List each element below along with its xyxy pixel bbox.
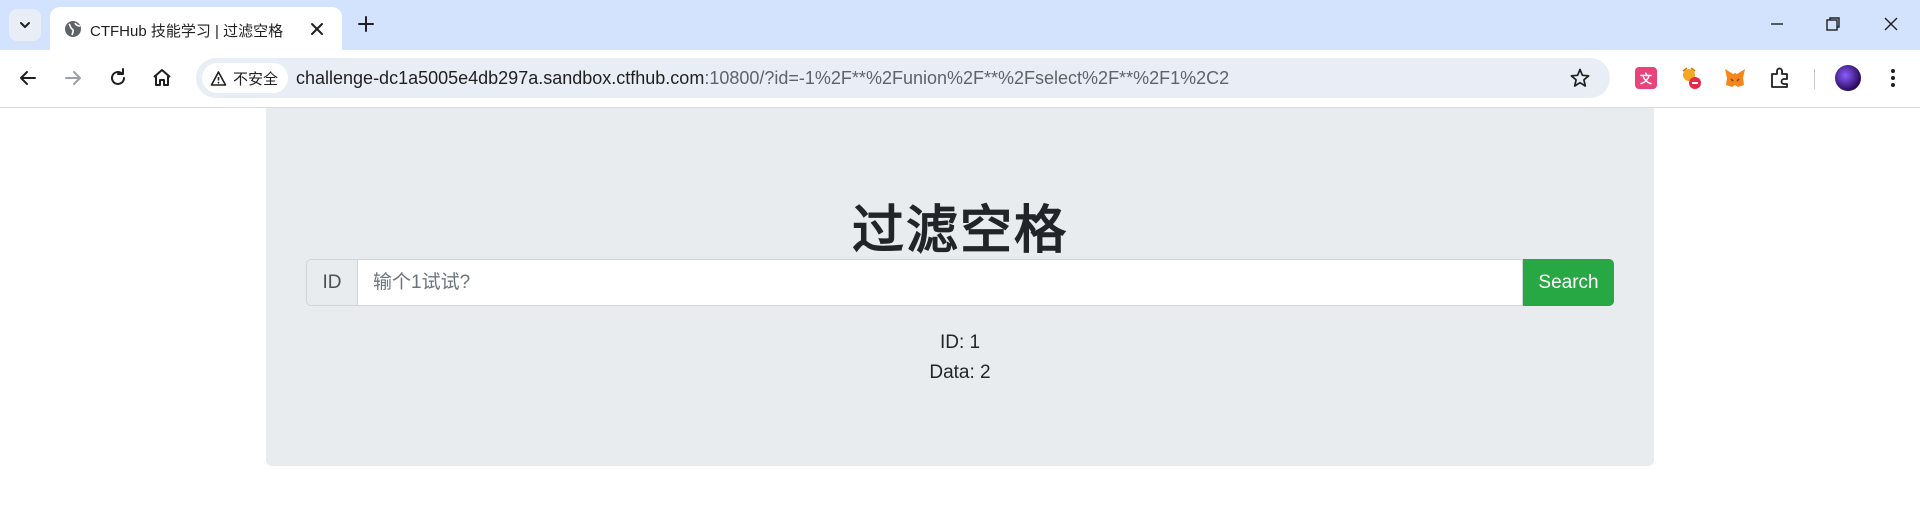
more-menu-icon[interactable] — [1880, 65, 1906, 91]
extensions-puzzle-icon[interactable] — [1767, 65, 1793, 91]
new-tab-plus-icon[interactable] — [355, 13, 377, 35]
page-title: 过滤空格 — [851, 202, 1068, 260]
forward-arrow-icon[interactable] — [61, 66, 85, 90]
back-arrow-icon[interactable] — [16, 66, 40, 90]
browser-tab-strip: CTFHub 技能学习 | 过滤空格 — [0, 0, 1920, 50]
minimize-icon[interactable] — [1767, 14, 1787, 34]
warning-triangle-icon — [210, 70, 227, 86]
security-label: 不安全 — [233, 70, 279, 88]
tab-title: CTFHub 技能学习 | 过滤空格 — [90, 23, 284, 40]
globe-icon — [65, 21, 81, 37]
metamask-fox-icon[interactable] — [1722, 65, 1748, 91]
result-data-line: Data: 2 — [929, 362, 991, 383]
blocker-extension-icon[interactable] — [1678, 65, 1704, 91]
tab-search-button[interactable] — [9, 9, 41, 41]
browser-tab-active[interactable]: CTFHub 技能学习 | 过滤空格 — [50, 7, 342, 50]
restore-icon[interactable] — [1823, 14, 1843, 34]
browser-toolbar: 不安全 challenge-dc1a5005e4db297a.sandbox.c… — [0, 50, 1920, 108]
svg-text:文: 文 — [1640, 71, 1653, 86]
window-close-icon[interactable] — [1881, 14, 1901, 34]
search-button[interactable]: Search — [1523, 259, 1614, 306]
id-input[interactable] — [357, 259, 1523, 306]
id-input-group: ID Search — [306, 259, 1614, 306]
jumbotron: 过滤空格 ID Search ID: 1 Data: 2 — [266, 108, 1654, 466]
url-host: challenge-dc1a5005e4db297a.sandbox.ctfhu… — [296, 68, 705, 88]
chevron-down-icon — [20, 22, 30, 28]
result-id-line: ID: 1 — [939, 332, 981, 353]
reload-icon[interactable] — [106, 66, 130, 90]
close-icon[interactable] — [308, 20, 326, 38]
profile-avatar[interactable] — [1835, 65, 1861, 91]
id-prepend-label: ID — [306, 259, 357, 306]
home-icon[interactable] — [150, 66, 174, 90]
bookmark-star-icon[interactable] — [1569, 67, 1591, 89]
address-bar[interactable]: 不安全 challenge-dc1a5005e4db297a.sandbox.c… — [196, 58, 1610, 98]
translate-extension-icon[interactable]: 文 — [1633, 65, 1659, 91]
security-chip[interactable]: 不安全 — [202, 63, 289, 93]
toolbar-divider — [1814, 69, 1815, 89]
url-text[interactable]: challenge-dc1a5005e4db297a.sandbox.ctfhu… — [296, 68, 1229, 89]
url-path: :10800/?id=-1%2F**%2Funion%2F**%2Fselect… — [704, 68, 1230, 88]
